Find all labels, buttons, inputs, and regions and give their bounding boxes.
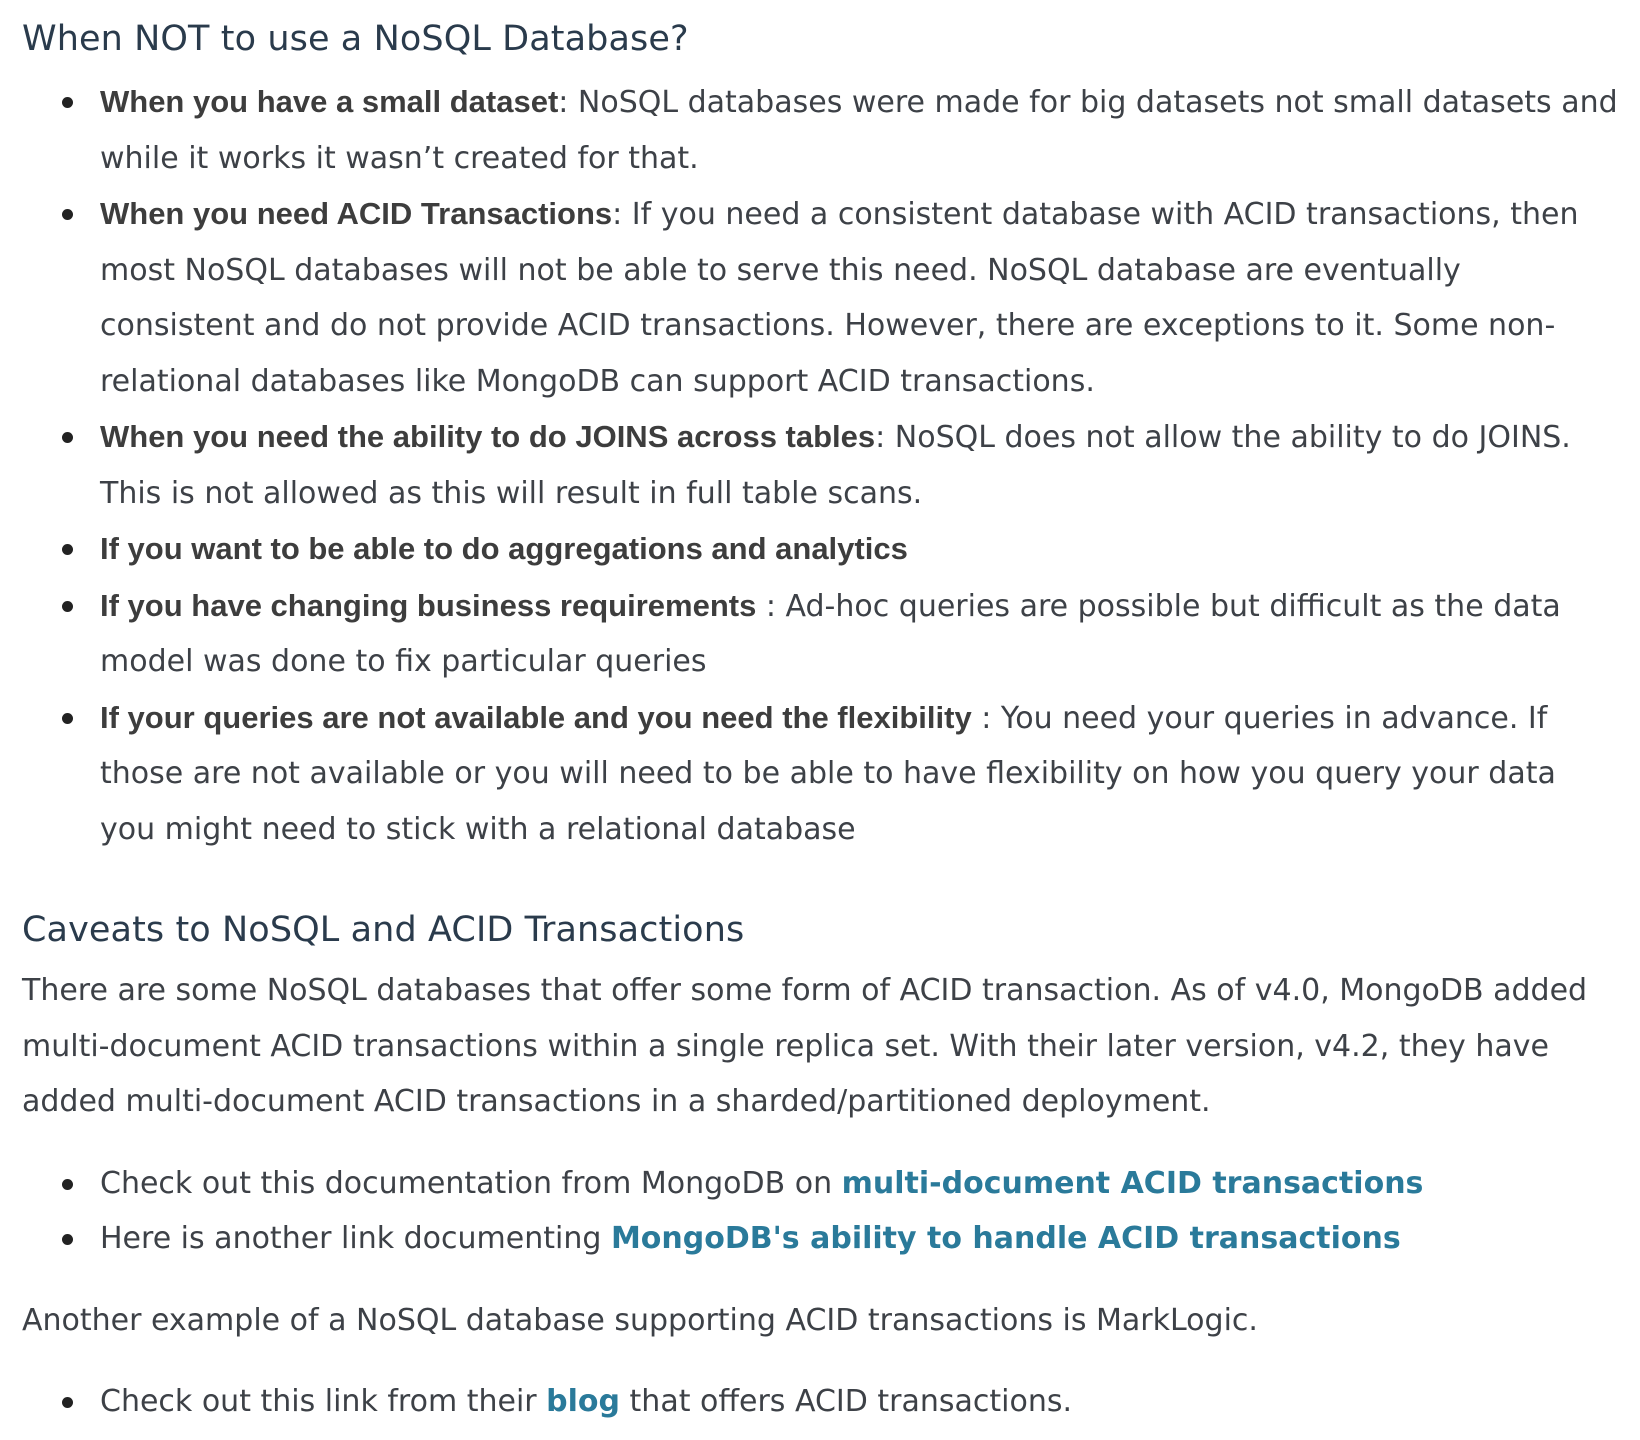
link-intro-text: Check out this documentation from MongoD… [100, 1165, 842, 1201]
list-item: Here is another link documenting MongoDB… [62, 1211, 1618, 1267]
list-item: When you need ACID Transactions: If you … [62, 186, 1618, 409]
item-lead: When you need ACID Transactions [100, 196, 613, 231]
article-content: When NOT to use a NoSQL Database? When y… [0, 0, 1640, 1430]
multi-document-acid-link[interactable]: multi-document ACID transactions [842, 1166, 1424, 1201]
section-heading-when-not-nosql: When NOT to use a NoSQL Database? [22, 19, 689, 59]
item-lead: When you need the ability to do JOINS ac… [100, 419, 876, 454]
caveats-paragraph: There are some NoSQL databases that offe… [22, 973, 1588, 1119]
list-item: If you have changing business requiremen… [62, 578, 1618, 690]
item-lead: If you want to be able to do aggregation… [100, 531, 908, 566]
list-item: When you have a small dataset: NoSQL dat… [62, 74, 1618, 186]
section-heading-caveats: Caveats to NoSQL and ACID Transactions [22, 910, 745, 950]
when-not-list: When you have a small dataset: NoSQL dat… [22, 74, 1618, 857]
link-intro-text: Check out this link from their [100, 1384, 547, 1419]
list-item: Check out this documentation from MongoD… [62, 1156, 1618, 1212]
list-item: When you need the ability to do JOINS ac… [62, 409, 1618, 521]
marklogic-paragraph: Another example of a NoSQL database supp… [22, 1302, 1258, 1338]
item-lead: When you have a small dataset [100, 84, 559, 119]
list-item: Check out this link from their blog that… [62, 1374, 1618, 1430]
item-lead: If your queries are not available and yo… [100, 699, 972, 735]
list-item: If your queries are not available and yo… [62, 690, 1618, 858]
item-lead: If you have changing business requiremen… [100, 587, 757, 623]
link-outro-text: that offers ACID transactions. [620, 1384, 1073, 1419]
mongodb-acid-link[interactable]: MongoDB's ability to handle ACID transac… [611, 1221, 1401, 1256]
list-item: If you want to be able to do aggregation… [62, 521, 1618, 578]
link-intro-text: Here is another link documenting [100, 1221, 611, 1256]
marklogic-links-list: Check out this link from their blog that… [22, 1374, 1618, 1430]
mongodb-links-list: Check out this documentation from MongoD… [22, 1156, 1618, 1267]
blog-link[interactable]: blog [546, 1384, 620, 1419]
